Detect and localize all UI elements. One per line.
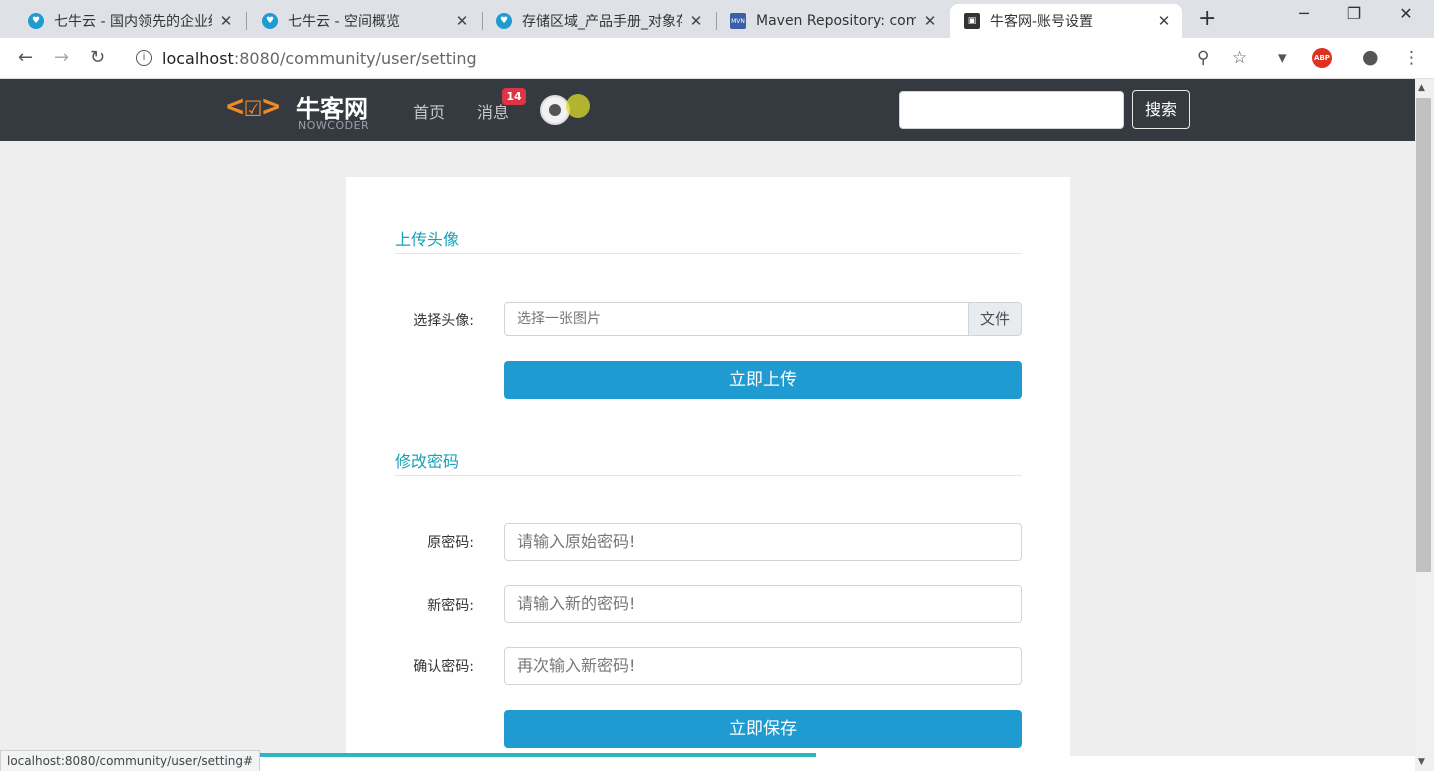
reload-icon[interactable]: ↻ — [90, 47, 105, 68]
message-count-badge: 14 — [502, 88, 526, 105]
new-tab-icon[interactable]: + — [1198, 6, 1216, 31]
confirm-password-label: 确认密码: — [413, 659, 474, 675]
avatar-face-icon — [549, 104, 561, 116]
site-logo[interactable]: <☑> 牛客网 NOWCODER — [226, 87, 376, 133]
tab-title: Maven Repository: com.c — [756, 13, 916, 29]
settings-card — [346, 177, 1070, 777]
cursor-highlight — [566, 94, 590, 118]
tab-title: 七牛云 - 国内领先的企业级 — [54, 14, 212, 30]
browser-toolbar: ← → ↻ i localhost:8080/community/user/se… — [0, 38, 1434, 79]
upload-section-title: 上传头像 — [395, 230, 460, 249]
site-info-icon[interactable]: i — [136, 50, 152, 66]
logo-mark-icon: <☑> — [226, 89, 281, 124]
site-header: <☑> 牛客网 NOWCODER 首页 消息 14 — [0, 79, 1415, 141]
address-bar[interactable]: i localhost:8080/community/user/setting — [126, 42, 1230, 74]
back-icon[interactable]: ← — [18, 47, 33, 68]
menu-icon[interactable]: ⋮ — [1403, 48, 1420, 68]
browser-tab-active[interactable]: ▣ 牛客网-账号设置 ✕ — [950, 4, 1182, 38]
bookmark-star-icon[interactable]: ☆ — [1232, 48, 1247, 68]
scrollbar-thumb[interactable] — [1416, 98, 1431, 572]
tab-title: 牛客网-账号设置 — [990, 14, 1094, 30]
qiniu-favicon-icon: ♥ — [262, 13, 278, 29]
minimize-icon[interactable]: ─ — [1281, 4, 1327, 23]
qiniu-favicon-icon: ♥ — [28, 13, 44, 29]
scroll-up-icon[interactable]: ▲ — [1418, 83, 1425, 93]
tab-separator — [246, 12, 247, 30]
save-button[interactable]: 立即保存 — [504, 710, 1022, 748]
url-path: :8080/community/user/setting — [233, 48, 477, 68]
zoom-icon[interactable]: ⚲ — [1197, 48, 1209, 68]
file-browse-button[interactable]: 文件 — [968, 302, 1022, 336]
browser-tab[interactable]: ♥ 存储区域_产品手册_对象存 ✕ — [482, 4, 714, 38]
profile-icon[interactable]: ● — [1362, 46, 1379, 68]
adblock-icon[interactable]: ABP — [1312, 48, 1332, 68]
choose-avatar-label: 选择头像: — [413, 313, 474, 329]
maximize-icon[interactable]: ❐ — [1331, 4, 1377, 23]
section-divider — [395, 475, 1022, 476]
tab-title: 存储区域_产品手册_对象存 — [522, 14, 682, 30]
browser-tab[interactable]: MVN Maven Repository: com.c ✕ — [716, 4, 948, 38]
tab-title: 七牛云 - 空间概览 — [288, 14, 400, 30]
section-divider — [395, 253, 1022, 254]
maven-favicon-icon: MVN — [730, 13, 746, 29]
browser-tab[interactable]: ♥ 七牛云 - 空间概览 ✕ — [248, 4, 480, 38]
close-tab-icon[interactable]: ✕ — [922, 12, 938, 30]
upload-button[interactable]: 立即上传 — [504, 361, 1022, 399]
brand-subtitle: NOWCODER — [298, 119, 370, 132]
url-host: localhost — [162, 48, 234, 68]
user-avatar[interactable] — [540, 95, 570, 125]
password-section-title: 修改密码 — [395, 452, 460, 471]
new-password-input[interactable]: 请输入新的密码! — [504, 585, 1022, 623]
search-input[interactable] — [899, 91, 1124, 129]
nowcoder-favicon-icon: ▣ — [964, 13, 980, 29]
old-password-label: 原密码: — [427, 535, 474, 551]
pocket-icon[interactable]: ▾ — [1278, 48, 1287, 68]
browser-tab[interactable]: ♥ 七牛云 - 国内领先的企业级 ✕ — [14, 4, 244, 38]
forward-icon[interactable]: → — [54, 47, 69, 68]
avatar-file-input[interactable]: 选择一张图片 — [504, 302, 970, 336]
confirm-password-input[interactable]: 再次输入新密码! — [504, 647, 1022, 685]
close-tab-icon[interactable]: ✕ — [1156, 12, 1172, 30]
qiniu-favicon-icon: ♥ — [496, 13, 512, 29]
new-password-label: 新密码: — [427, 598, 474, 614]
search-button[interactable]: 搜索 — [1132, 90, 1190, 129]
close-tab-icon[interactable]: ✕ — [688, 12, 704, 30]
status-bar: localhost:8080/community/user/setting# — [0, 750, 1434, 771]
status-url: localhost:8080/community/user/setting# — [0, 750, 261, 771]
browser-tab-strip: ♥ 七牛云 - 国内领先的企业级 ✕ ♥ 七牛云 - 空间概览 ✕ ♥ 存储区域… — [0, 0, 1434, 38]
close-window-icon[interactable]: ✕ — [1383, 4, 1429, 23]
close-tab-icon[interactable]: ✕ — [218, 12, 234, 30]
old-password-input[interactable]: 请输入原始密码! — [504, 523, 1022, 561]
nav-home-link[interactable]: 首页 — [413, 99, 445, 123]
close-tab-icon[interactable]: ✕ — [454, 12, 470, 30]
